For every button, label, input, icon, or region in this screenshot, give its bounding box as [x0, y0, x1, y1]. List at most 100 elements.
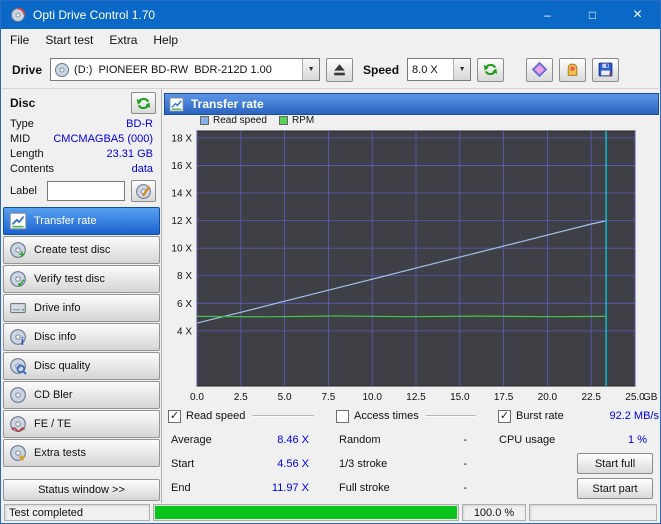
menu-start-test[interactable]: Start test [37, 30, 101, 50]
svg-text:10.0: 10.0 [362, 392, 382, 403]
burst-rate-value: 92.2 MB/s [609, 410, 659, 422]
write-label-button[interactable] [131, 180, 156, 202]
svg-text:14 X: 14 X [171, 189, 192, 200]
sidebar-item-create-test-disc[interactable]: +Create test disc [3, 236, 160, 264]
status-bar: Test completed 100.0 % [2, 503, 659, 522]
disc-icon [9, 386, 27, 404]
menu-help[interactable]: Help [145, 30, 186, 50]
sidebar-item-cd-bler[interactable]: CD Bler [3, 381, 160, 409]
status-window-button[interactable]: Status window >> [3, 479, 160, 501]
access-times-checkbox-label: Access times [354, 410, 419, 422]
refresh-icon [482, 61, 499, 78]
title-bar: Opti Drive Control 1.70 – □ × [1, 1, 660, 29]
window-title: Opti Drive Control 1.70 [33, 8, 155, 22]
start-part-button[interactable]: Start part [577, 478, 653, 499]
disc-check-icon: ✓ [9, 270, 27, 288]
svg-text:★: ★ [17, 453, 26, 462]
menu-bar: FileStart testExtraHelp [2, 29, 659, 51]
svg-text:15.0: 15.0 [450, 392, 470, 403]
sidebar-item-transfer-rate[interactable]: Transfer rate [3, 207, 160, 235]
read-speed-checkbox-label: Read speed [186, 410, 245, 422]
sidebar-item-verify-test-disc[interactable]: ✓Verify test disc [3, 265, 160, 293]
chevron-down-icon[interactable]: ▼ [302, 59, 319, 80]
svg-text:10 X: 10 X [171, 244, 192, 255]
save-button[interactable] [592, 58, 619, 82]
disc-field-length: Length23.31 GB [2, 146, 161, 161]
menu-file[interactable]: File [2, 30, 37, 50]
menu-extra[interactable]: Extra [101, 30, 145, 50]
chevron-down-icon[interactable]: ▼ [453, 59, 470, 80]
label-input[interactable] [47, 181, 125, 201]
minimize-button[interactable]: – [525, 1, 570, 29]
eject-button[interactable] [326, 58, 353, 82]
drive-disc-icon [54, 62, 70, 78]
svg-text:4 X: 4 X [177, 326, 192, 337]
group-divider [252, 415, 314, 417]
hand-icon [564, 61, 581, 78]
disc-field-type: TypeBD-R [2, 116, 161, 131]
drive-select[interactable]: (D:) PIONEER BD-RW BDR-212D 1.00 ▼ [50, 58, 320, 81]
chart-legend: Read speedRPM [200, 115, 326, 126]
progress-bar-fill [155, 506, 457, 519]
sidebar-item-drive-info[interactable]: Drive info [3, 294, 160, 322]
disc-pencil-icon [135, 183, 152, 200]
svg-text:7.5: 7.5 [321, 392, 335, 403]
progress-bar [153, 504, 459, 521]
svg-text:GB: GB [643, 392, 658, 403]
svg-text:i: i [21, 336, 24, 346]
app-window: Opti Drive Control 1.70 – □ × FileStart … [0, 0, 661, 524]
disc-search-icon [9, 357, 27, 375]
drive-label: Drive [12, 63, 42, 77]
drive-icon [9, 299, 27, 317]
transfer-rate-icon [169, 97, 184, 112]
svg-text:16 X: 16 X [171, 161, 192, 172]
start-full-button[interactable]: Start full [577, 453, 653, 474]
donate-button[interactable] [559, 58, 586, 82]
stat-random: Random- [339, 434, 467, 446]
stat-1-3-stroke: 1/3 stroke- [339, 458, 467, 470]
speed-label: Speed [363, 63, 399, 77]
svg-text:✓: ✓ [17, 278, 26, 288]
svg-text:17.5: 17.5 [494, 392, 514, 403]
sidebar-item-disc-quality[interactable]: Disc quality [3, 352, 160, 380]
legend-swatch-read-speed [200, 116, 209, 125]
read-speed-checkbox[interactable]: ✓ [168, 410, 181, 423]
burst-rate-checkbox[interactable]: ✓ [498, 410, 511, 423]
refresh-disc-button[interactable] [131, 92, 156, 114]
sidebar: Transfer rate+Create test disc✓Verify te… [2, 207, 161, 467]
save-icon [597, 61, 614, 78]
sidebar-item-fe-te[interactable]: FE / TE [3, 410, 160, 438]
disc-field-contents: Contentsdata [2, 161, 161, 176]
disc-star-icon: ★ [9, 444, 27, 462]
svg-text:20.0: 20.0 [538, 392, 558, 403]
access-times-checkbox[interactable] [336, 410, 349, 423]
refresh-speed-button[interactable] [477, 58, 504, 82]
maximize-button[interactable]: □ [570, 1, 615, 29]
svg-text:12 X: 12 X [171, 216, 192, 227]
eject-icon [331, 61, 348, 78]
sidebar-item-disc-info[interactable]: iDisc info [3, 323, 160, 351]
status-bar-extra-pane [529, 504, 657, 521]
page-title: Transfer rate [191, 97, 264, 111]
group-divider [426, 415, 476, 417]
sidebar-item-extra-tests[interactable]: ★Extra tests [3, 439, 160, 467]
svg-text:5.0: 5.0 [278, 392, 292, 403]
svg-text:6 X: 6 X [177, 299, 192, 310]
speed-select[interactable]: 8.0 X ▼ [407, 58, 471, 81]
stat-full-stroke: Full stroke- [339, 482, 467, 494]
page-title-bar: Transfer rate [164, 93, 659, 115]
svg-text:18 X: 18 X [171, 133, 192, 144]
disc-panel: Disc TypeBD-RMIDCMCMAGBA5 (000)Length23.… [2, 89, 162, 503]
chart-icon [9, 212, 27, 230]
disc-panel-title: Disc [10, 96, 35, 110]
stat-average: Average8.46 X [171, 434, 309, 446]
stat-start: Start4.56 X [171, 458, 309, 470]
transfer-rate-chart: 0.02.55.07.510.012.515.017.520.022.525.0… [164, 127, 660, 405]
svg-text:22.5: 22.5 [581, 392, 601, 403]
label-field-caption: Label [10, 185, 37, 197]
toolbar: Drive (D:) PIONEER BD-RW BDR-212D 1.00 ▼… [2, 51, 659, 89]
progress-percent: 100.0 % [462, 504, 526, 521]
erase-disc-button[interactable] [526, 58, 553, 82]
close-button[interactable]: × [615, 1, 660, 29]
disc-plus-icon: + [9, 241, 27, 259]
